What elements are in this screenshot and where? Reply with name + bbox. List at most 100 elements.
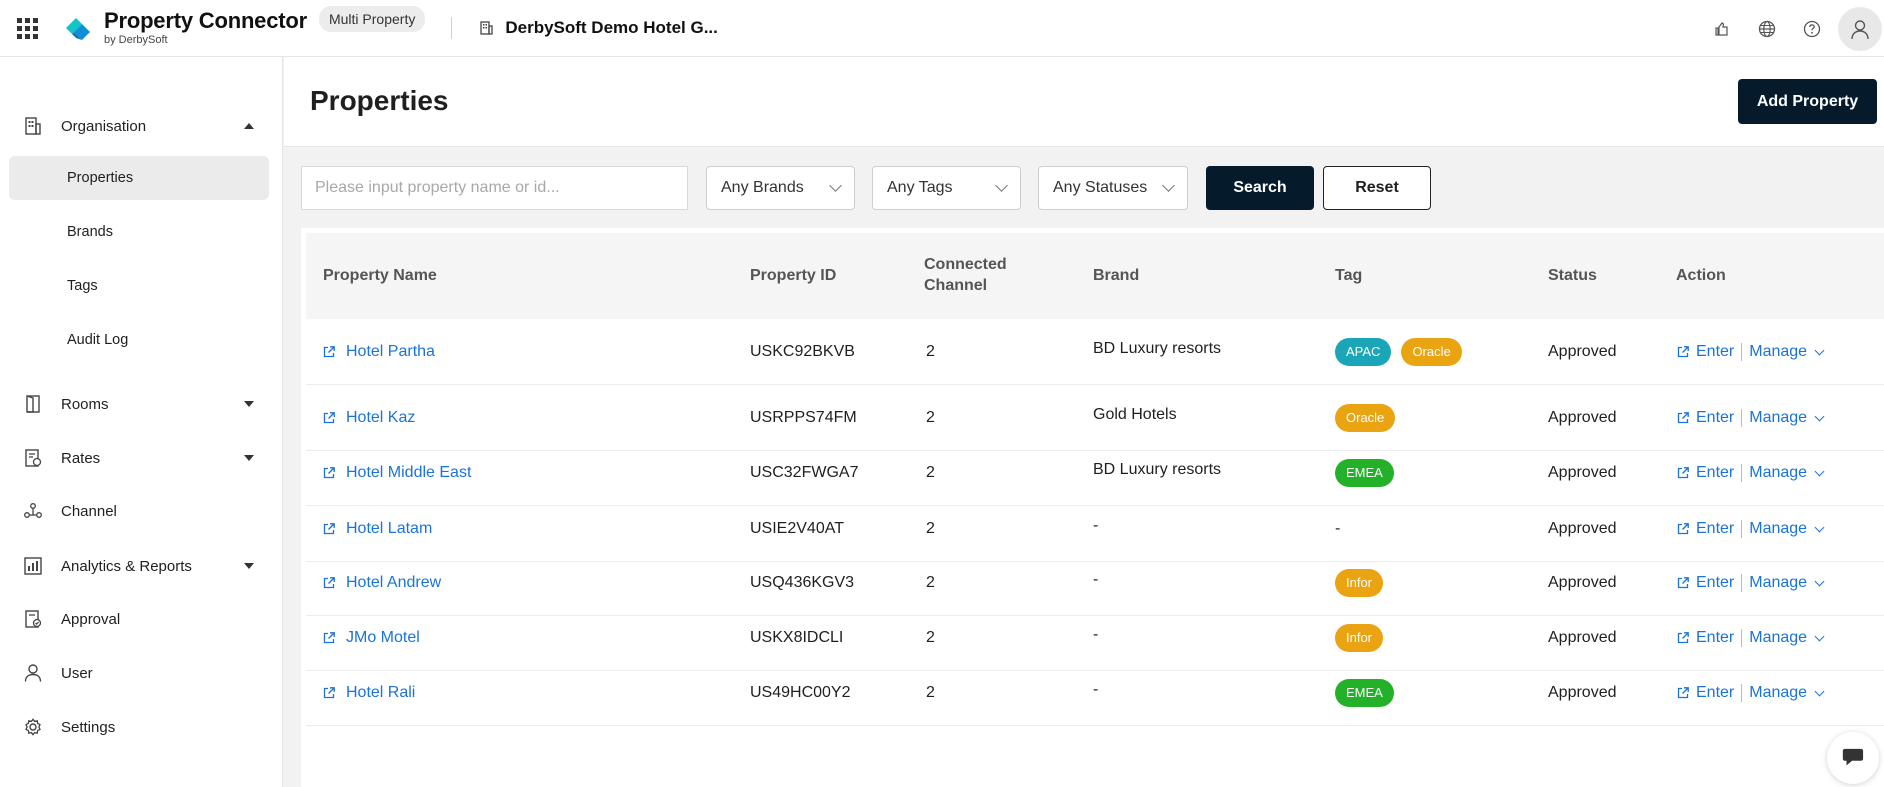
user-avatar-icon[interactable] xyxy=(1838,6,1882,51)
property-name-link[interactable]: JMo Motel xyxy=(346,629,420,647)
table-header: Property Name Property ID Connected Chan… xyxy=(306,233,1884,319)
sidebar-item-rates[interactable]: Rates xyxy=(0,438,283,478)
manage-dropdown[interactable]: Manage xyxy=(1749,574,1807,592)
enter-link[interactable]: Enter xyxy=(1696,574,1734,592)
enter-link[interactable]: Enter xyxy=(1696,684,1734,702)
tag-badge: Infor xyxy=(1335,569,1384,597)
search-button[interactable]: Search xyxy=(1206,166,1314,210)
column-header-tag: Tag xyxy=(1335,266,1363,284)
chevron-down-icon xyxy=(829,179,842,192)
chevron-down-icon xyxy=(1162,179,1175,192)
reset-button[interactable]: Reset xyxy=(1323,166,1431,210)
enter-link[interactable]: Enter xyxy=(1696,520,1734,538)
statuses-select[interactable]: Any Statuses xyxy=(1038,166,1188,210)
property-name-link[interactable]: Hotel Andrew xyxy=(346,574,441,592)
sidebar-item-organisation[interactable]: Organisation xyxy=(0,106,283,146)
manage-dropdown[interactable]: Manage xyxy=(1749,684,1807,702)
chevron-down-icon[interactable] xyxy=(1814,466,1825,476)
sidebar-item-brands[interactable]: Brands xyxy=(9,210,269,254)
sidebar-item-properties[interactable]: Properties xyxy=(9,156,269,200)
property-name-cell[interactable]: Hotel Rali xyxy=(322,660,415,726)
action-divider xyxy=(1741,629,1743,647)
connected-channel-cell: 2 xyxy=(926,343,935,360)
external-link-icon xyxy=(323,412,335,424)
column-header-channel-line2: Channel xyxy=(924,277,988,294)
property-name-link[interactable]: Hotel Kaz xyxy=(346,409,415,427)
apps-grid-icon[interactable] xyxy=(0,0,54,57)
properties-table: Property Name Property ID Connected Chan… xyxy=(301,228,1884,787)
manage-dropdown[interactable]: Manage xyxy=(1749,464,1807,482)
sidebar-item-channel[interactable]: Channel xyxy=(0,491,283,531)
sidebar-label: Brands xyxy=(67,224,113,240)
sidebar-item-user[interactable]: User xyxy=(0,653,283,693)
chat-icon[interactable] xyxy=(1827,732,1879,784)
column-header-channel-line1: Connected xyxy=(924,256,1007,274)
statuses-select-value: Any Statuses xyxy=(1053,179,1148,196)
enter-icon xyxy=(1677,523,1689,535)
group-selector[interactable]: DerbySoft Demo Hotel G... xyxy=(480,18,718,38)
chevron-down-icon[interactable] xyxy=(1814,631,1825,641)
external-link-icon xyxy=(323,467,335,479)
external-link-icon xyxy=(323,632,335,644)
sidebar-label: Organisation xyxy=(61,117,147,135)
chevron-down-icon[interactable] xyxy=(1814,411,1825,421)
tag-badge: Oracle xyxy=(1401,338,1462,366)
gear-icon xyxy=(25,718,41,736)
sidebar-item-rooms[interactable]: Rooms xyxy=(0,384,283,424)
help-icon[interactable] xyxy=(1789,6,1834,51)
manage-dropdown[interactable]: Manage xyxy=(1749,520,1807,538)
sidebar-label: Approval xyxy=(61,610,121,628)
external-link-icon xyxy=(323,687,335,699)
property-name-link[interactable]: Hotel Rali xyxy=(346,684,415,702)
external-link-icon xyxy=(323,346,335,358)
property-name-link[interactable]: Hotel Partha xyxy=(346,343,435,361)
sidebar-item-settings[interactable]: Settings xyxy=(0,707,283,747)
caret-down-icon xyxy=(244,563,254,569)
enter-link[interactable]: Enter xyxy=(1696,464,1734,482)
column-header-channel: Connected Channel xyxy=(924,233,1007,319)
organisation-icon xyxy=(25,117,41,135)
share-icon[interactable] xyxy=(1699,6,1744,51)
analytics-icon xyxy=(24,557,42,575)
tag-badge: Infor xyxy=(1335,624,1384,652)
enter-link[interactable]: Enter xyxy=(1696,629,1734,647)
tags-select[interactable]: Any Tags xyxy=(872,166,1021,210)
chevron-down-icon[interactable] xyxy=(1814,522,1825,532)
user-icon xyxy=(24,664,42,682)
enter-icon xyxy=(1677,346,1689,358)
action-divider xyxy=(1741,409,1743,427)
manage-dropdown[interactable]: Manage xyxy=(1749,343,1807,361)
column-header-action: Action xyxy=(1676,266,1726,284)
sidebar-item-audit-log[interactable]: Audit Log xyxy=(9,318,269,362)
rates-icon xyxy=(25,449,42,467)
connected-channel-cell: 2 xyxy=(926,684,935,701)
brands-select-value: Any Brands xyxy=(721,179,804,196)
globe-icon[interactable] xyxy=(1744,6,1789,51)
sidebar-item-analytics[interactable]: Analytics & Reports xyxy=(0,546,283,586)
manage-dropdown[interactable]: Manage xyxy=(1749,409,1807,427)
external-link-icon xyxy=(323,523,335,535)
sidebar-label: User xyxy=(61,664,93,682)
add-property-button[interactable]: Add Property xyxy=(1738,79,1877,124)
action-cell: Enter Manage xyxy=(1676,660,1825,726)
filter-bar: Any Brands Any Tags Any Statuses Search … xyxy=(284,147,1884,225)
enter-link[interactable]: Enter xyxy=(1696,343,1734,361)
tag-cell: APAC Oracle xyxy=(1335,319,1472,385)
property-name-cell[interactable]: Hotel Partha xyxy=(322,319,435,385)
app-logo[interactable]: Property Connector by DerbySoft xyxy=(62,10,307,46)
chevron-down-icon[interactable] xyxy=(1814,686,1825,696)
sidebar-item-tags[interactable]: Tags xyxy=(9,264,269,308)
chevron-down-icon[interactable] xyxy=(1814,576,1825,586)
brands-select[interactable]: Any Brands xyxy=(706,166,855,210)
property-name-link[interactable]: Hotel Latam xyxy=(346,520,432,538)
table-row: Hotel Rali US49HC00Y2 2 - EMEA Approved Enter M… xyxy=(306,660,1884,726)
search-input[interactable] xyxy=(301,166,688,210)
property-name-link[interactable]: Hotel Middle East xyxy=(346,464,471,482)
manage-dropdown[interactable]: Manage xyxy=(1749,629,1807,647)
tag-empty: - xyxy=(1335,520,1341,537)
sidebar-item-approval[interactable]: Approval xyxy=(0,599,283,639)
enter-link[interactable]: Enter xyxy=(1696,409,1734,427)
chevron-down-icon[interactable] xyxy=(1814,345,1825,355)
page-header: Properties Add Property xyxy=(284,57,1884,147)
property-id-cell: USKC92BKVB xyxy=(750,343,855,360)
